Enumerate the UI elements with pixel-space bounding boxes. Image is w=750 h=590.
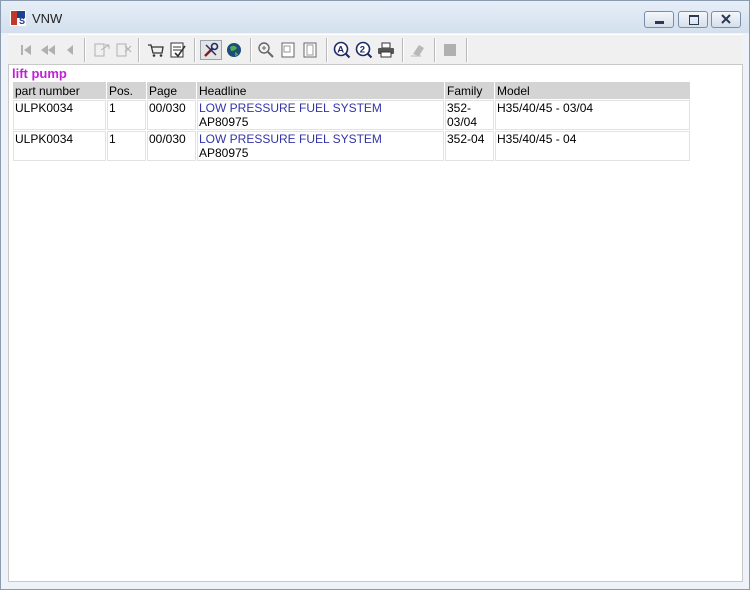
checklist-button[interactable] <box>168 40 188 60</box>
title-bar[interactable]: S VNW <box>1 1 749 33</box>
first-record-button[interactable] <box>16 40 36 60</box>
results-panel: lift pump part number Pos. Page Headline… <box>8 64 743 582</box>
app-logo-icon: S <box>10 10 26 26</box>
page-fit-icon <box>303 42 317 58</box>
toolbar-separator <box>194 38 196 62</box>
results-table: part number Pos. Page Headline Family Mo… <box>12 81 691 162</box>
svg-text:S: S <box>19 16 25 26</box>
cell-headline: LOW PRESSURE FUEL SYSTEM AP80975 <box>197 100 444 130</box>
toolbar-separator <box>84 38 86 62</box>
column-header-headline[interactable]: Headline <box>197 82 444 99</box>
toolbar-separator <box>250 38 252 62</box>
search-2-icon: 2 <box>355 41 373 59</box>
zoom-in-icon <box>258 42 274 58</box>
previous-record-button[interactable] <box>60 40 80 60</box>
stop-button[interactable] <box>440 40 460 60</box>
printer-icon <box>378 42 394 58</box>
cell-page: 00/030 <box>147 100 196 130</box>
cell-part-number: ULPK0034 <box>13 100 106 130</box>
table-row[interactable]: ULPK0034 1 00/030 LOW PRESSURE FUEL SYST… <box>13 100 690 130</box>
cell-pos: 1 <box>107 131 146 161</box>
cell-family: 352-04 <box>445 131 494 161</box>
page-fit-button[interactable] <box>300 40 320 60</box>
document-arrow-icon <box>94 43 110 57</box>
column-header-pos[interactable]: Pos. <box>107 82 146 99</box>
tools-button[interactable] <box>200 40 222 60</box>
column-header-model[interactable]: Model <box>495 82 690 99</box>
headline-link[interactable]: LOW PRESSURE FUEL SYSTEM <box>199 101 442 115</box>
table-header-row: part number Pos. Page Headline Family Mo… <box>13 82 690 99</box>
cell-pos: 1 <box>107 100 146 130</box>
toolbar-separator <box>326 38 328 62</box>
svg-text:A: A <box>337 45 344 56</box>
search-term-heading: lift pump <box>12 66 67 81</box>
cart-button[interactable] <box>146 40 166 60</box>
family-line: 352- <box>447 101 472 115</box>
headline-reference: AP80975 <box>199 146 249 160</box>
search-a-button[interactable]: A <box>332 40 352 60</box>
document-close-icon <box>116 43 132 57</box>
toolbar-separator <box>434 38 436 62</box>
search-2-button[interactable]: 2 <box>354 40 374 60</box>
rewind-icon <box>41 45 55 55</box>
cell-headline: LOW PRESSURE FUEL SYSTEM AP80975 <box>197 131 444 161</box>
toolbar: A 2 <box>8 34 743 66</box>
cell-page: 00/030 <box>147 131 196 161</box>
restore-icon <box>689 15 699 25</box>
search-a-icon: A <box>333 41 351 59</box>
column-header-part-number[interactable]: part number <box>13 82 106 99</box>
close-button[interactable] <box>711 11 741 28</box>
eraser-icon <box>411 45 424 57</box>
cell-model: H35/40/45 - 04 <box>495 131 690 161</box>
first-icon <box>21 45 31 55</box>
column-header-family[interactable]: Family <box>445 82 494 99</box>
page-icon <box>281 42 295 58</box>
globe-button[interactable] <box>224 40 244 60</box>
table-row[interactable]: ULPK0034 1 00/030 LOW PRESSURE FUEL SYST… <box>13 131 690 161</box>
svg-text:2: 2 <box>360 45 365 56</box>
toolbar-separator <box>138 38 140 62</box>
family-line: 352-04 <box>447 132 485 146</box>
page-view-button[interactable] <box>278 40 298 60</box>
stop-icon <box>444 44 456 56</box>
column-header-page[interactable]: Page <box>147 82 196 99</box>
open-document-button[interactable] <box>92 40 112 60</box>
cart-icon <box>148 44 164 57</box>
cell-family: 352- 03/04 <box>445 100 494 130</box>
toolbar-separator <box>402 38 404 62</box>
application-window: S VNW A 2 lift pump part number Pos. Pag… <box>0 0 750 590</box>
wrench-icon <box>204 42 219 57</box>
previous-page-button[interactable] <box>38 40 58 60</box>
cell-model: H35/40/45 - 03/04 <box>495 100 690 130</box>
previous-icon <box>67 45 73 55</box>
restore-button[interactable] <box>678 11 708 28</box>
minimize-button[interactable] <box>644 11 674 28</box>
close-icon <box>721 14 731 24</box>
headline-link[interactable]: LOW PRESSURE FUEL SYSTEM <box>199 132 442 146</box>
window-title: VNW <box>32 11 63 26</box>
checklist-icon <box>170 42 186 58</box>
headline-reference: AP80975 <box>199 115 249 129</box>
globe-icon <box>227 43 241 57</box>
cell-part-number: ULPK0034 <box>13 131 106 161</box>
close-document-button[interactable] <box>114 40 134 60</box>
minimize-icon <box>655 21 664 24</box>
toolbar-separator <box>466 38 468 62</box>
print-button[interactable] <box>376 40 396 60</box>
family-line: 03/04 <box>447 115 478 129</box>
edit-button[interactable] <box>408 40 428 60</box>
zoom-in-button[interactable] <box>256 40 276 60</box>
